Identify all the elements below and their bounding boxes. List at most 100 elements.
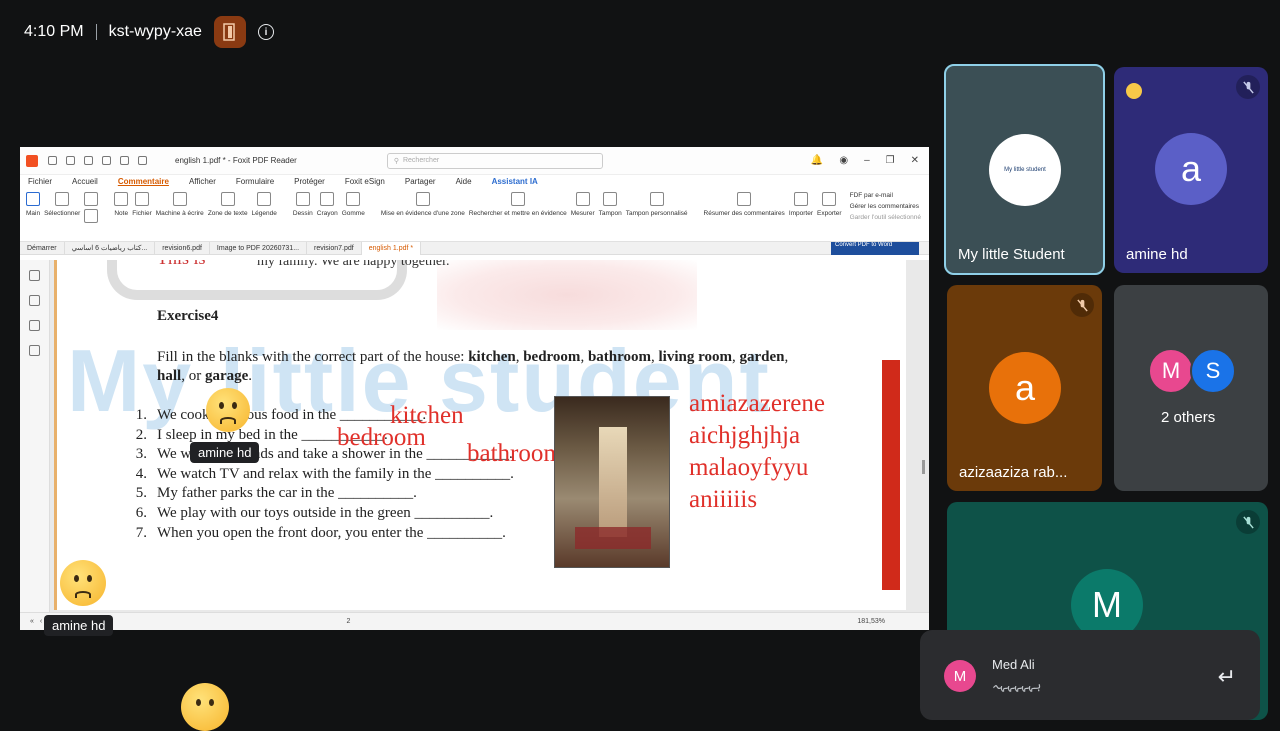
others-tile[interactable]: M S 2 others <box>1114 285 1268 491</box>
underline-icon <box>84 209 99 223</box>
avatar: S <box>1190 348 1236 394</box>
textbox-button[interactable]: Zone de texte <box>208 192 248 218</box>
item-number: 7. <box>135 524 147 541</box>
fdf-email-link[interactable]: FDF par e-mail <box>850 192 921 199</box>
door-icon[interactable] <box>213 16 246 48</box>
menu-bar: Fichier Accueil Commentaire Afficher Formula… <box>20 175 929 188</box>
eraser-button[interactable]: Gomme <box>342 192 365 218</box>
search-icon: ⚲ <box>393 157 399 165</box>
area-highlight-icon <box>415 192 430 206</box>
hand-icon[interactable] <box>138 156 147 165</box>
manage-comments-link[interactable]: Gérer les commentaires <box>850 203 921 210</box>
comments-icon[interactable] <box>29 320 40 331</box>
bell-icon[interactable]: 🔔 <box>811 155 823 166</box>
worried-face-emoji <box>60 560 106 606</box>
zoom-level[interactable]: 181,53% <box>857 618 885 625</box>
handwritten-scribbles: amiazazerene aichjghjhja malaoyfyyu aniiiii… <box>689 388 825 516</box>
item-number: 6. <box>135 504 147 521</box>
document-tab[interactable]: english 1.pdf * <box>361 241 422 255</box>
measure-button[interactable]: Mesurer <box>571 192 595 218</box>
item-text: We cook delicious food in the __________… <box>157 407 427 423</box>
chat-notification[interactable]: M Med Ali ہہہہہہہ ↵ <box>920 630 1260 720</box>
file-attach-button[interactable]: Fichier <box>132 192 152 218</box>
menu-item[interactable]: Protéger <box>294 177 325 186</box>
open-icon[interactable] <box>48 156 57 165</box>
avatar: M <box>1148 348 1194 394</box>
undo-icon[interactable] <box>102 156 111 165</box>
item-number: 3. <box>135 446 147 463</box>
summarize-button[interactable]: Résumer des commentaires <box>704 192 785 218</box>
search-highlight-button[interactable]: Rechercher et mettre en évidence <box>469 192 567 218</box>
cut-off-line: This is <box>157 260 206 269</box>
import-button[interactable]: Importer <box>789 192 813 218</box>
draw-button[interactable]: Dessin <box>293 192 313 218</box>
exercise-item: 3. We wash our hands and take a shower in… <box>131 445 514 465</box>
menu-item[interactable]: Partager <box>405 177 436 186</box>
exercise-item: 7. When you open the front door, you ente… <box>131 524 514 544</box>
document-tab[interactable]: كتاب رياضيات 6 اساسي... <box>65 241 156 255</box>
select-tool-button[interactable]: Sélectionner <box>44 192 80 218</box>
keep-tool-link[interactable]: Garder l'outil sélectionné <box>850 214 921 221</box>
document-tab[interactable]: revision7.pdf <box>307 241 362 255</box>
typewriter-icon <box>172 192 187 206</box>
attachment-icon[interactable] <box>29 345 40 356</box>
menu-item[interactable]: Accueil <box>72 177 98 186</box>
close-icon[interactable]: ✕ <box>911 155 919 166</box>
search-input[interactable]: ⚲ Rechercher <box>386 152 603 169</box>
menu-item[interactable]: Formulaire <box>236 177 274 186</box>
main-tool-button[interactable]: Main <box>26 192 40 218</box>
export-button[interactable]: Exporter <box>817 192 842 218</box>
scribble-line: malaoyfyyu <box>689 454 809 481</box>
account-icon[interactable]: ◉ <box>839 155 848 166</box>
participant-tile[interactable]: a amine hd <box>1114 67 1268 273</box>
text-tools[interactable] <box>84 192 99 223</box>
exercise-instructions: Fill in the blanks with the correct part… <box>157 349 789 384</box>
sender-name: Med Ali <box>992 657 1035 672</box>
participant-tile[interactable]: My little student My little Student <box>944 64 1105 275</box>
minimize-icon[interactable]: – <box>864 155 870 166</box>
participant-tile[interactable]: a azizaaziza rab... <box>947 285 1102 491</box>
menu-item[interactable]: Assistant IA <box>492 177 538 186</box>
area-highlight-button[interactable]: Mise en évidence d'une zone <box>381 192 465 218</box>
line-icon <box>295 192 310 206</box>
bookmark-icon[interactable] <box>29 270 40 281</box>
worried-face-emoji <box>181 683 229 731</box>
typewriter-button[interactable]: Machine à écrire <box>156 192 204 218</box>
document-area: My little student This is my family. We … <box>20 260 929 612</box>
restore-icon[interactable]: ❐ <box>886 155 895 166</box>
print-icon[interactable] <box>66 156 75 165</box>
item-text: We watch TV and relax with the family in… <box>157 465 514 482</box>
document-tab[interactable]: revision6.pdf <box>155 241 210 255</box>
cut-off-line-rest: my family. We are happy together. <box>257 260 450 269</box>
vertical-scrollbar[interactable] <box>922 460 925 474</box>
item-number: 4. <box>135 465 147 482</box>
menu-item[interactable]: Foxit eSign <box>345 177 385 186</box>
summary-icon <box>737 192 752 206</box>
menu-item[interactable]: Commentaire <box>118 177 169 186</box>
document-tab[interactable]: Image to PDF 20260731... <box>210 241 308 255</box>
search-placeholder: Rechercher <box>402 157 440 164</box>
pages-icon[interactable] <box>29 295 40 306</box>
stamp-icon <box>603 192 618 206</box>
legend-button[interactable]: Légende <box>252 192 277 218</box>
meeting-code: kst-wypy-xae <box>108 23 202 40</box>
screen-share: english 1.pdf * - Foxit PDF Reader ⚲ Rec… <box>20 147 929 630</box>
text-markup-icon <box>84 192 99 206</box>
convert-pdf-to-word-button[interactable]: Convert PDF to Word <box>831 242 919 255</box>
reply-icon[interactable]: ↵ <box>1218 664 1236 690</box>
note-button[interactable]: Note <box>114 192 129 218</box>
info-icon[interactable]: i <box>257 24 274 40</box>
item-number: 5. <box>135 485 147 502</box>
redo-icon[interactable] <box>120 156 129 165</box>
custom-stamp-button[interactable]: Tampon personnalisé <box>626 192 688 218</box>
menu-item[interactable]: Afficher <box>189 177 216 186</box>
menu-item[interactable]: Fichier <box>28 177 52 186</box>
mic-off-icon <box>1236 510 1260 534</box>
document-tab[interactable]: Démarrer <box>20 241 65 255</box>
save-icon[interactable] <box>84 156 93 165</box>
pencil-button[interactable]: Crayon <box>317 192 338 218</box>
stamp-button[interactable]: Tampon <box>599 192 622 218</box>
menu-item[interactable]: Aide <box>456 177 472 186</box>
worried-face-emoji <box>1126 83 1142 99</box>
scribble-line: aniiiiis <box>689 486 758 513</box>
